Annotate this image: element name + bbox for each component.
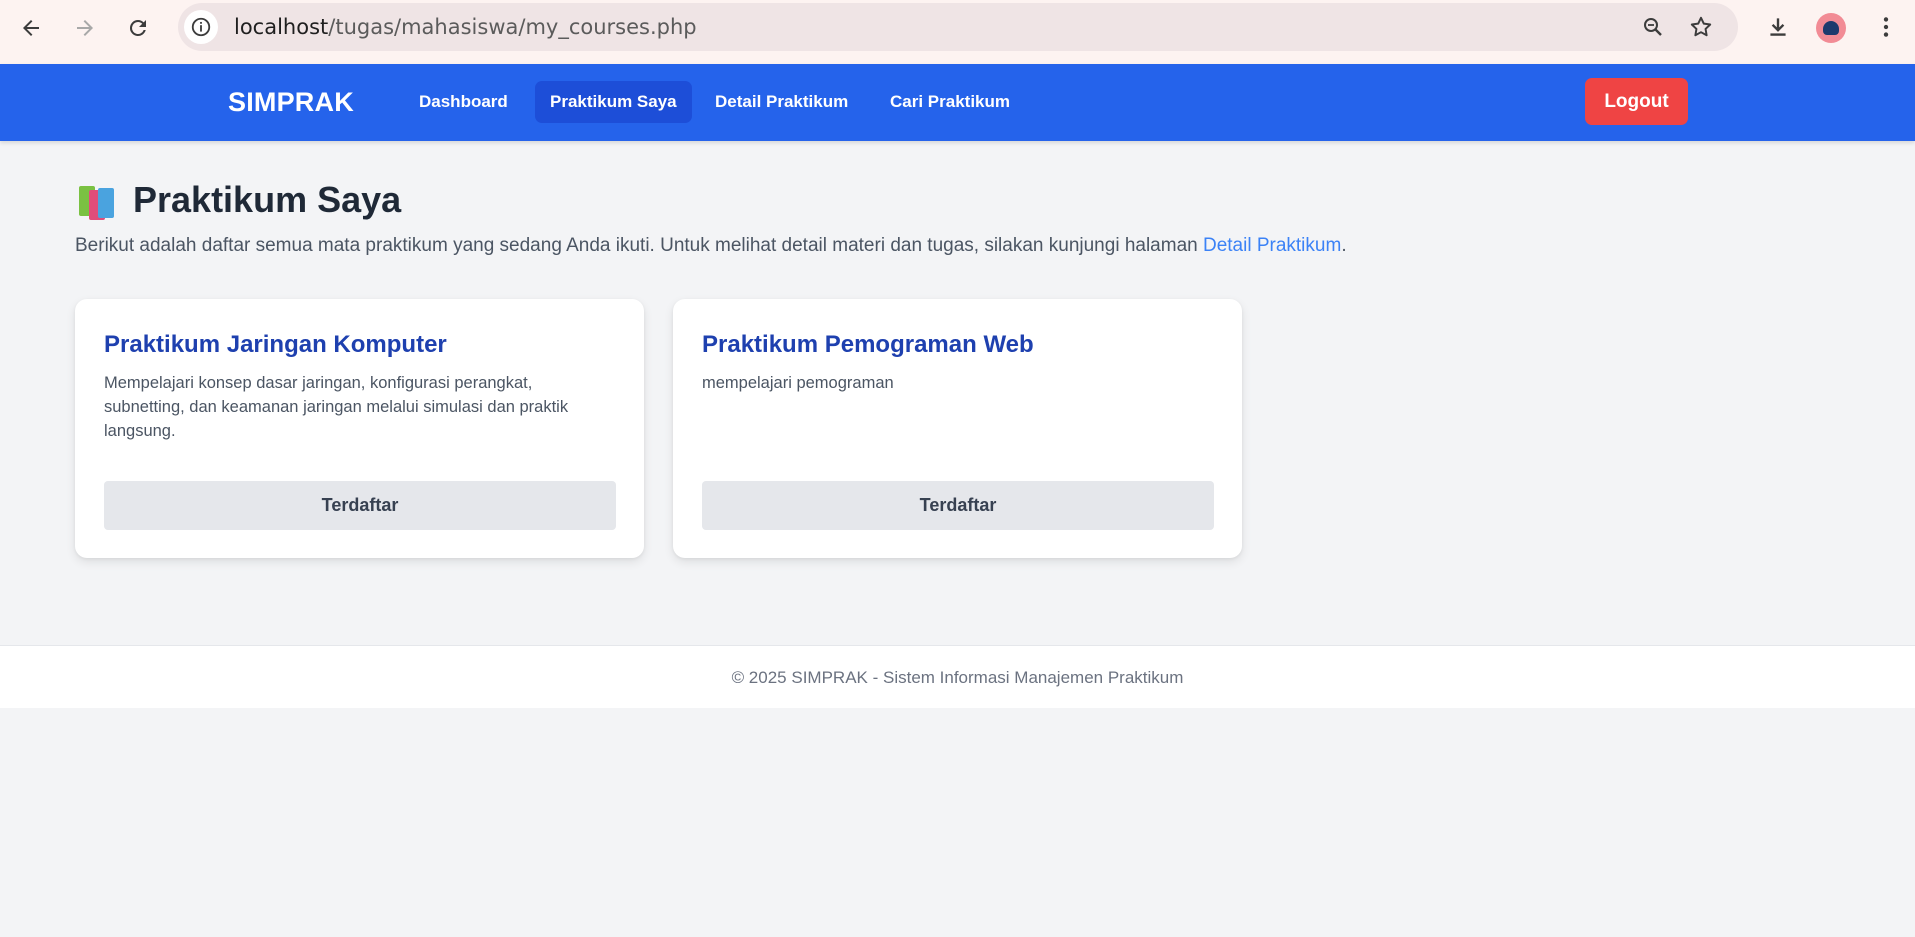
intro-body: Berikut adalah daftar semua mata praktik… (75, 235, 1203, 256)
enrolled-status-button[interactable]: Terdaftar (104, 481, 616, 530)
profile-avatar[interactable] (1816, 13, 1846, 43)
menu-kebab-icon[interactable] (1871, 12, 1901, 42)
browser-toolbar: localhost/tugas/mahasiswa/my_courses.php (0, 0, 1915, 64)
address-bar[interactable]: localhost/tugas/mahasiswa/my_courses.php (178, 3, 1738, 51)
course-title[interactable]: Praktikum Pemograman Web (702, 331, 1034, 359)
footer-text: © 2025 SIMPRAK - Sistem Informasi Manaje… (731, 668, 1184, 687)
nav-praktikum-saya[interactable]: Praktikum Saya (535, 81, 692, 123)
course-description: mempelajari pemograman (702, 374, 894, 392)
url-text[interactable]: localhost/tugas/mahasiswa/my_courses.php (234, 3, 697, 51)
course-card: Praktikum Jaringan Komputer Mempelajari … (75, 299, 644, 558)
page-title: Praktikum Saya (133, 179, 402, 220)
forward-icon[interactable] (65, 8, 105, 48)
reload-icon[interactable] (118, 8, 158, 48)
nav-cari-praktikum[interactable]: Cari Praktikum (875, 81, 1025, 123)
books-icon (75, 178, 119, 222)
nav-detail-praktikum[interactable]: Detail Praktikum (700, 81, 863, 123)
download-icon[interactable] (1763, 12, 1793, 42)
intro-text: Berikut adalah daftar semua mata praktik… (75, 235, 1347, 257)
footer: © 2025 SIMPRAK - Sistem Informasi Manaje… (0, 645, 1915, 708)
page-header: Praktikum Saya (75, 178, 401, 222)
nav-dashboard[interactable]: Dashboard (404, 81, 523, 123)
detail-praktikum-link[interactable]: Detail Praktikum (1203, 235, 1341, 256)
intro-period: . (1341, 235, 1347, 256)
back-icon[interactable] (11, 8, 51, 48)
course-title[interactable]: Praktikum Jaringan Komputer (104, 331, 447, 359)
bookmark-star-icon[interactable] (1686, 12, 1716, 42)
enrolled-status-button[interactable]: Terdaftar (702, 481, 1214, 530)
course-description: Mempelajari konsep dasar jaringan, konfi… (104, 374, 569, 440)
course-card: Praktikum Pemograman Web mempelajari pem… (673, 299, 1242, 558)
zoom-icon[interactable] (1638, 12, 1668, 42)
site-info-icon[interactable] (184, 10, 218, 44)
logout-button[interactable]: Logout (1585, 78, 1688, 125)
brand-logo[interactable]: SIMPRAK (228, 64, 354, 141)
app-navbar: SIMPRAK Dashboard Praktikum Saya Detail … (0, 64, 1915, 141)
